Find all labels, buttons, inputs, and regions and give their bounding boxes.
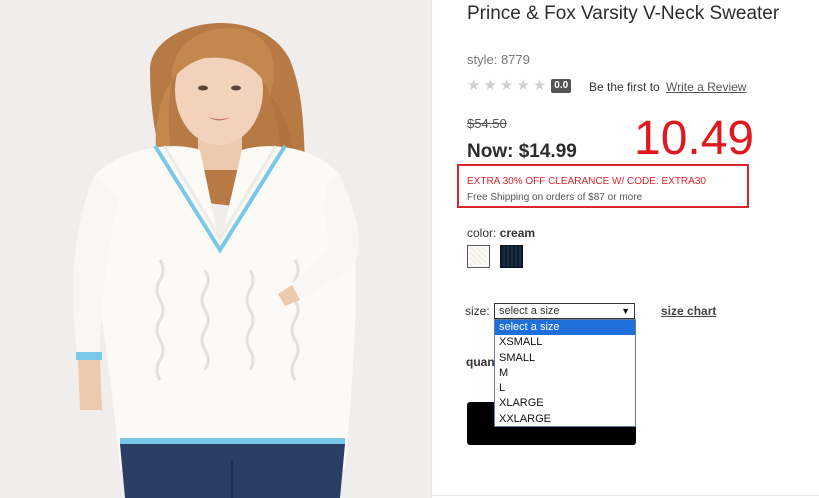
size-label: size: bbox=[465, 304, 490, 318]
swatch-cream[interactable] bbox=[467, 245, 490, 268]
review-prompt: Be the first to bbox=[589, 80, 660, 94]
rating-badge: 0.0 bbox=[551, 79, 572, 93]
style-number: style: 8779 bbox=[467, 52, 530, 67]
selected-color: cream bbox=[499, 226, 536, 240]
swatch-cream-fill bbox=[470, 248, 487, 265]
swatch-navy[interactable] bbox=[500, 245, 523, 268]
size-option[interactable]: XLARGE bbox=[495, 396, 635, 411]
promo-code-text: EXTRA 30% OFF CLEARANCE W/ CODE: EXTRA30 bbox=[467, 176, 706, 187]
column-divider bbox=[431, 0, 432, 498]
star-icon: ★ bbox=[467, 77, 481, 94]
size-option[interactable]: select a size bbox=[495, 320, 635, 336]
price-annotation: 10.49 bbox=[634, 112, 755, 165]
star-icon: ★ bbox=[483, 77, 497, 94]
model-illustration bbox=[0, 0, 431, 498]
size-option[interactable]: L bbox=[495, 381, 635, 396]
size-select[interactable]: select a size ▼ bbox=[494, 303, 635, 319]
size-option[interactable]: XXLARGE bbox=[495, 412, 635, 427]
size-chart-link[interactable]: size chart bbox=[661, 304, 716, 318]
sale-price: Now: $14.99 bbox=[467, 141, 577, 162]
write-review-link[interactable]: Write a Review bbox=[666, 80, 746, 94]
size-dropdown-list[interactable]: select a size XSMALL SMALL M L XLARGE XX… bbox=[494, 319, 636, 427]
original-price: $54.50 bbox=[467, 116, 507, 131]
free-shipping-text: Free Shipping on orders of $87 or more bbox=[467, 192, 643, 203]
product-title: Prince & Fox Varsity V-Neck Sweater bbox=[467, 3, 780, 24]
color-label-prefix: color: bbox=[467, 226, 497, 240]
bottom-divider bbox=[431, 495, 819, 496]
size-option[interactable]: M bbox=[495, 366, 635, 381]
size-select-value: select a size bbox=[499, 305, 560, 317]
color-label: color: cream bbox=[467, 226, 535, 240]
star-icon: ★ bbox=[499, 77, 514, 94]
star-icon: ★ bbox=[516, 77, 530, 94]
dropdown-arrow-icon: ▼ bbox=[621, 306, 630, 316]
star-icon: ★ bbox=[532, 77, 547, 94]
product-image bbox=[0, 0, 431, 498]
quantity-label: quantity bbox=[466, 355, 494, 369]
size-option[interactable]: SMALL bbox=[495, 351, 635, 366]
size-option[interactable]: XSMALL bbox=[495, 335, 635, 350]
rating-stars: ★ ★ ★ ★ ★ 0.0 bbox=[467, 77, 572, 94]
